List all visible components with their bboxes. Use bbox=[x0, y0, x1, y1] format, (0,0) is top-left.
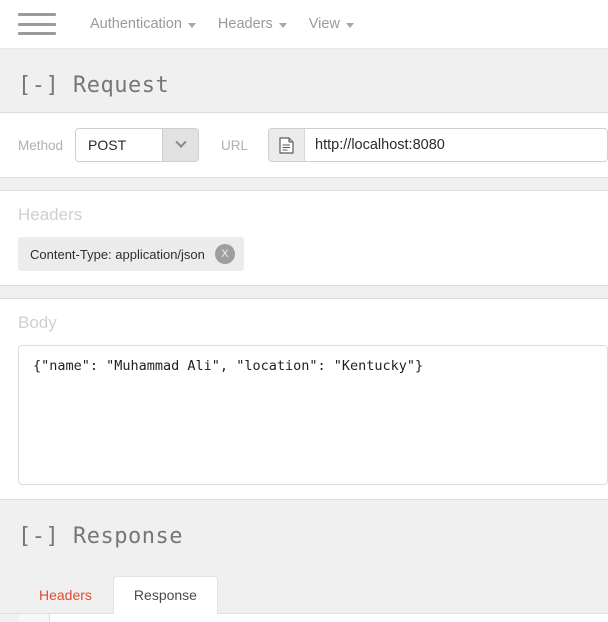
document-icon[interactable] bbox=[269, 129, 306, 161]
line-number-gutter: 1 bbox=[18, 614, 50, 622]
nav-item-headers[interactable]: Headers bbox=[218, 16, 287, 32]
headers-label: Headers bbox=[18, 205, 83, 224]
tab-response[interactable]: Response bbox=[112, 576, 218, 614]
close-icon[interactable]: X bbox=[214, 244, 235, 264]
hamburger-line bbox=[18, 13, 56, 16]
method-select[interactable]: POST bbox=[75, 128, 200, 162]
header-chip[interactable]: Content-Type: application/json X bbox=[18, 237, 244, 271]
top-navbar: Authentication Headers View bbox=[0, 0, 608, 49]
viewer-left-pad bbox=[0, 614, 18, 622]
viewer-inner: 1 Selamat datang, Muhammad Ali, dari Ken… bbox=[18, 614, 608, 622]
hamburger-line bbox=[18, 22, 56, 26]
caret-down-icon bbox=[278, 22, 287, 28]
chevron-down-icon[interactable] bbox=[162, 129, 199, 161]
panel-gap bbox=[0, 286, 608, 298]
page-content: [-] Request Method POST URL http://local… bbox=[0, 49, 608, 622]
header-chip-label: Content-Type: application/json bbox=[30, 246, 205, 262]
nav-menu: Authentication Headers View bbox=[90, 16, 354, 32]
nav-item-label: Headers bbox=[217, 16, 273, 32]
request-headers-panel: Headers Content-Type: application/json X bbox=[0, 190, 608, 286]
hamburger-icon[interactable] bbox=[18, 11, 56, 37]
method-select-value: POST bbox=[76, 129, 163, 161]
nav-item-label: View bbox=[308, 16, 340, 32]
body-label: Body bbox=[18, 313, 57, 332]
nav-item-view[interactable]: View bbox=[309, 16, 354, 32]
hamburger-line bbox=[18, 32, 56, 35]
panel-gap bbox=[0, 178, 608, 190]
nav-item-authentication[interactable]: Authentication bbox=[90, 16, 196, 32]
response-section-title[interactable]: [-] Response bbox=[0, 500, 608, 563]
request-body-panel: Body {"name": "Muhammad Ali", "location"… bbox=[0, 298, 608, 500]
nav-item-label: Authentication bbox=[90, 16, 182, 32]
caret-down-icon bbox=[345, 22, 354, 28]
body-textarea[interactable]: {"name": "Muhammad Ali", "location": "Ke… bbox=[18, 345, 608, 485]
url-input[interactable] bbox=[305, 129, 607, 161]
request-line-panel: Method POST URL bbox=[0, 112, 608, 178]
request-line-row: Method POST URL bbox=[18, 127, 608, 163]
url-field-group bbox=[268, 128, 608, 162]
tab-headers[interactable]: Headers bbox=[18, 576, 113, 614]
response-line-text[interactable]: Selamat datang, Muhammad Ali, dari Kentu… bbox=[50, 614, 608, 622]
method-label: Method bbox=[18, 137, 64, 153]
caret-down-icon bbox=[187, 22, 196, 28]
document-icon-glyph bbox=[279, 136, 294, 154]
url-label: URL bbox=[221, 137, 249, 153]
response-body-viewer: 1 Selamat datang, Muhammad Ali, dari Ken… bbox=[0, 613, 608, 622]
response-tabs: Headers Response bbox=[0, 567, 608, 614]
request-section-title[interactable]: [-] Request bbox=[0, 49, 608, 112]
